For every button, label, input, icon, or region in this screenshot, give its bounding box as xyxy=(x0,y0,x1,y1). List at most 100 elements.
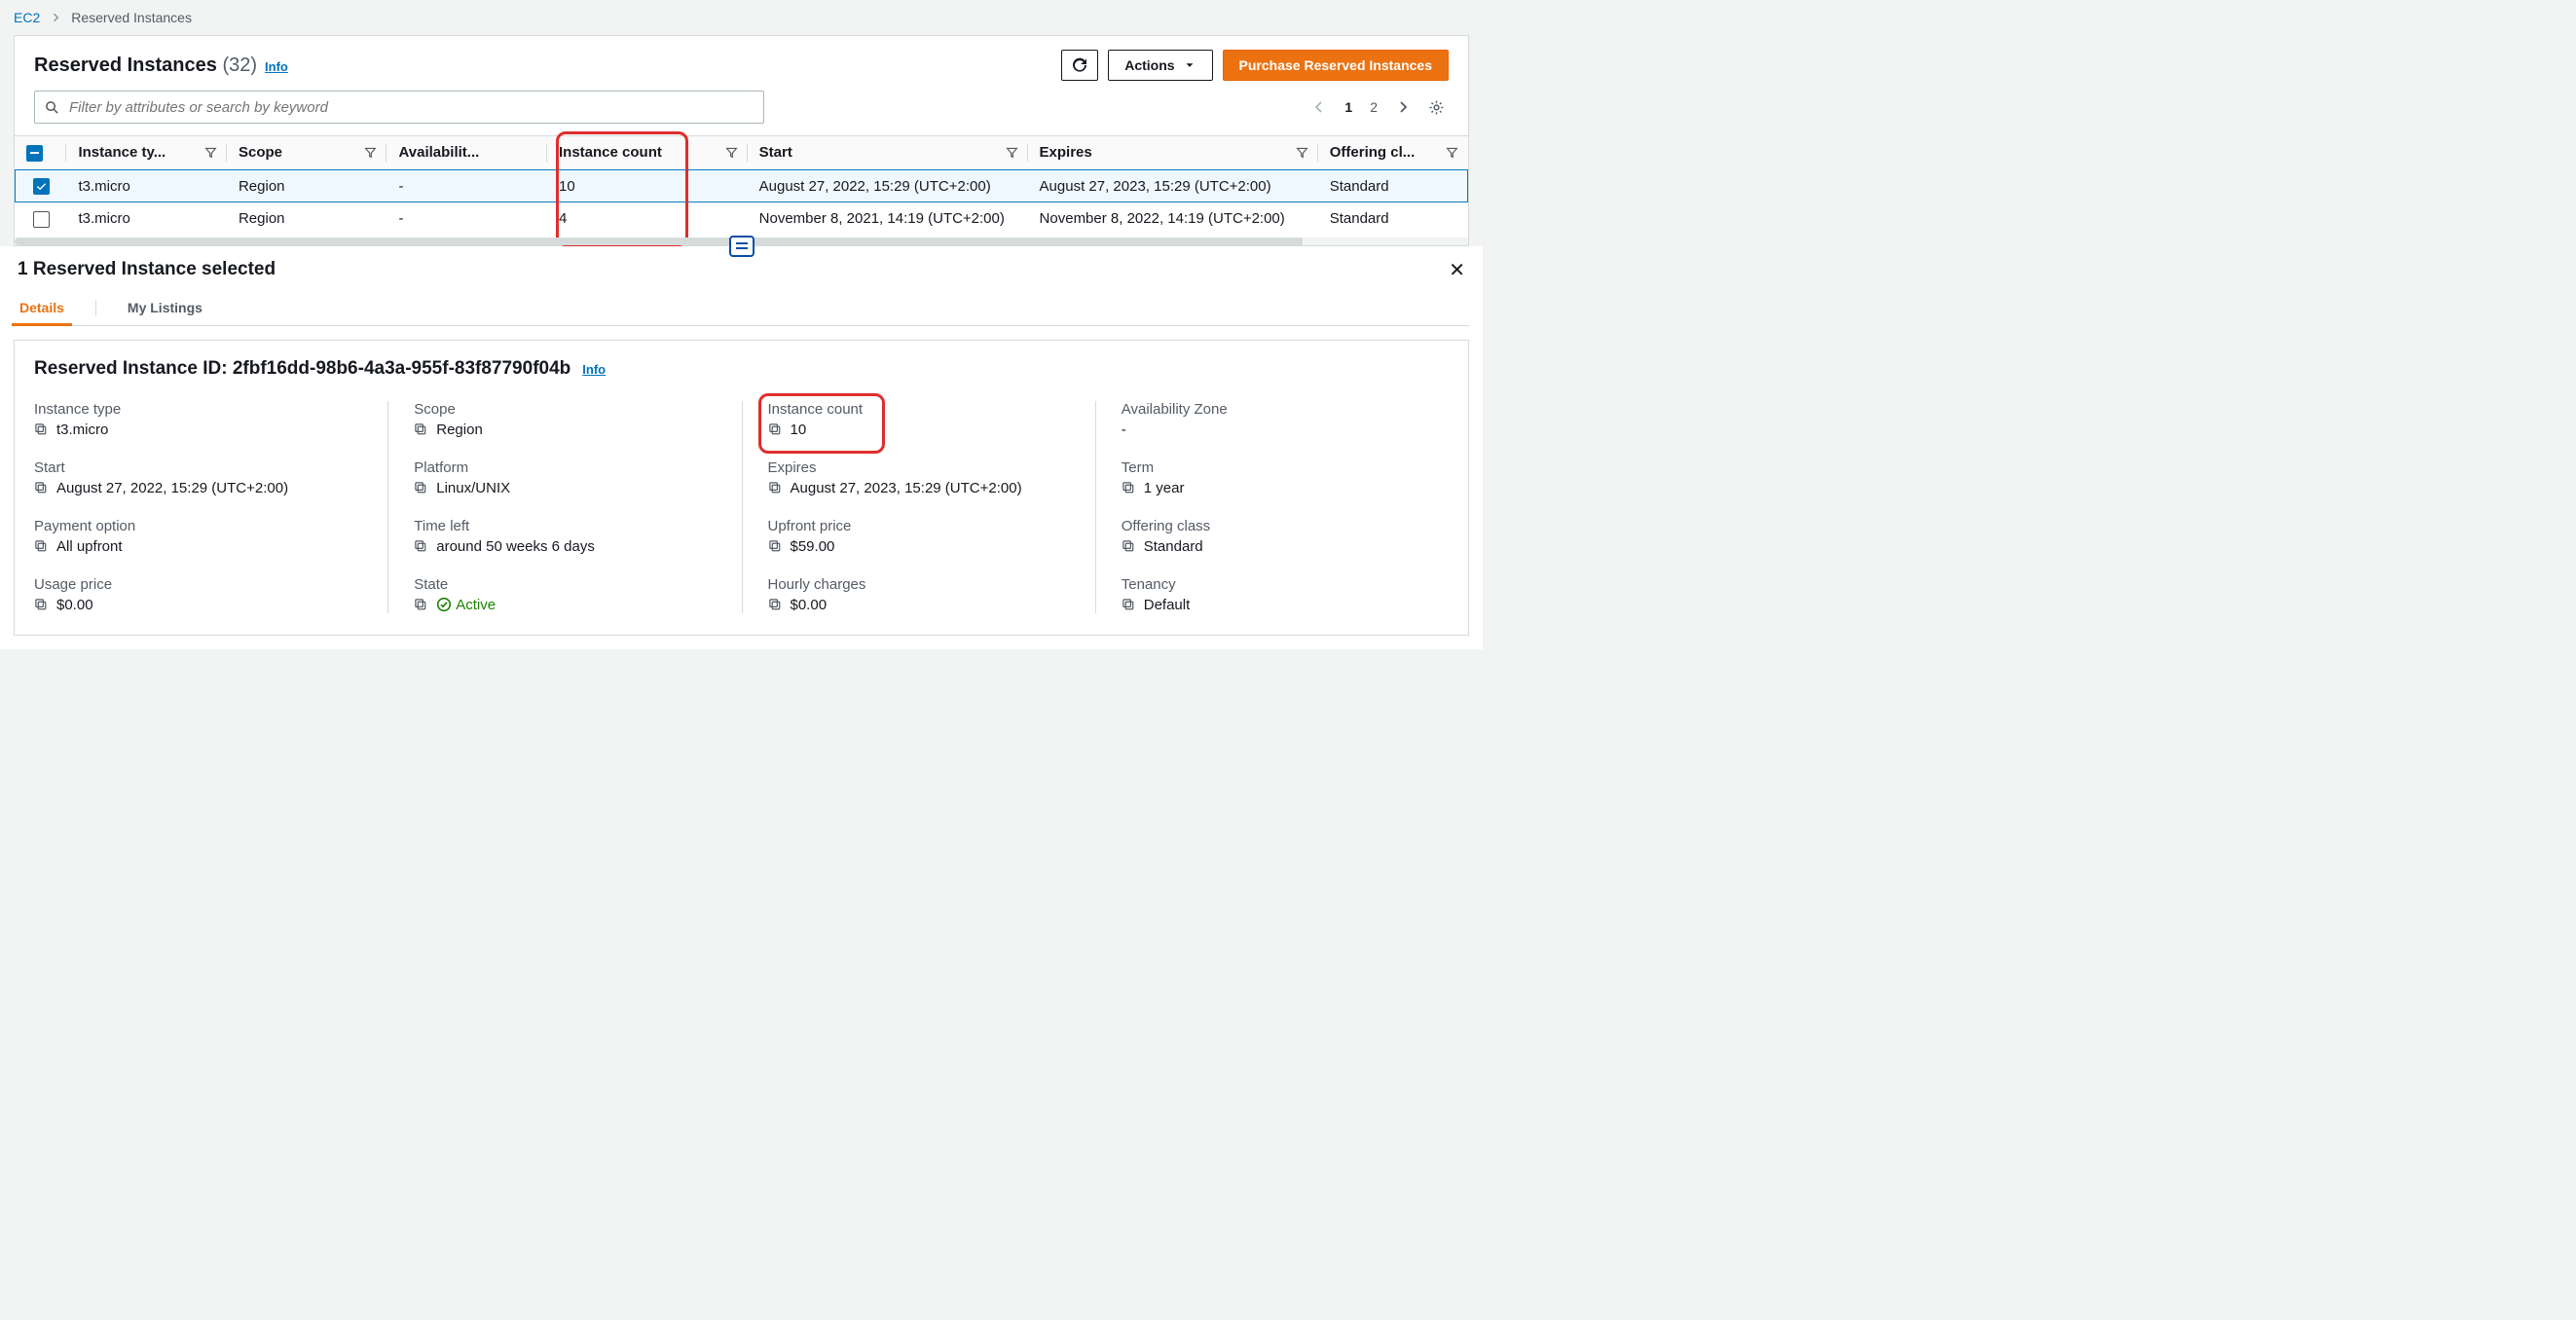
field-label: Expires xyxy=(768,459,1070,476)
field-label: Instance count xyxy=(768,401,1070,418)
search-icon xyxy=(45,100,59,115)
copy-icon[interactable] xyxy=(34,598,49,612)
page-title-count: (32) xyxy=(222,55,257,76)
copy-icon[interactable] xyxy=(34,422,49,437)
copy-icon[interactable] xyxy=(34,539,49,554)
pager-page-1[interactable]: 1 xyxy=(1344,99,1352,115)
field-value: Region xyxy=(436,422,483,438)
row-checkbox[interactable] xyxy=(33,178,50,195)
cell-instance-count: 10 xyxy=(547,169,748,202)
selection-title: 1 Reserved Instance selected xyxy=(18,259,276,280)
field-value: $0.00 xyxy=(791,597,828,613)
filter-icon xyxy=(364,146,377,159)
field-value: t3.micro xyxy=(56,422,108,438)
tab-details[interactable]: Details xyxy=(18,290,66,325)
field-value: All upfront xyxy=(56,538,123,555)
col-label: Scope xyxy=(239,144,282,161)
breadcrumb: EC2 Reserved Instances xyxy=(0,0,1483,31)
filter-icon xyxy=(1446,146,1458,159)
cell-start: August 27, 2022, 15:29 (UTC+2:00) xyxy=(748,169,1028,202)
field-label: Upfront price xyxy=(768,518,1070,534)
copy-icon[interactable] xyxy=(414,481,428,495)
field-value: 1 year xyxy=(1144,480,1185,496)
copy-icon[interactable] xyxy=(768,481,783,495)
field-label: Availability Zone xyxy=(1122,401,1423,418)
filter-icon xyxy=(204,146,217,159)
copy-icon[interactable] xyxy=(1122,598,1136,612)
field-value: Linux/UNIX xyxy=(436,480,510,496)
copy-icon[interactable] xyxy=(414,598,428,612)
col-instance-type[interactable]: Instance ty... xyxy=(66,136,227,170)
filter-icon xyxy=(725,146,738,159)
detail-id: 2fbf16dd-98b6-4a3a-955f-83f87790f04b xyxy=(233,358,570,379)
col-label: Instance ty... xyxy=(78,144,166,161)
col-scope[interactable]: Scope xyxy=(227,136,387,170)
info-link[interactable]: Info xyxy=(582,362,606,377)
copy-icon[interactable] xyxy=(34,481,49,495)
col-start[interactable]: Start xyxy=(748,136,1028,170)
col-label: Expires xyxy=(1040,144,1092,161)
field-label: Scope xyxy=(414,401,716,418)
col-instance-count[interactable]: Instance count xyxy=(547,136,748,170)
settings-button[interactable] xyxy=(1428,99,1445,116)
cell-instance-type: t3.micro xyxy=(66,169,227,202)
pager-next[interactable] xyxy=(1395,99,1411,115)
purchase-button[interactable]: Purchase Reserved Instances xyxy=(1223,50,1449,81)
field-label: Hourly charges xyxy=(768,576,1070,593)
field-label: State xyxy=(414,576,716,593)
col-select-all[interactable] xyxy=(15,136,66,170)
col-availability[interactable]: Availabilit... xyxy=(386,136,547,170)
copy-icon[interactable] xyxy=(414,539,428,554)
cell-instance-count: 4 xyxy=(547,202,748,236)
filter-input-wrap[interactable] xyxy=(34,91,764,124)
copy-icon[interactable] xyxy=(1122,539,1136,554)
info-link[interactable]: Info xyxy=(265,59,288,74)
field-value: $0.00 xyxy=(56,597,93,613)
reserved-instances-panel: Reserved Instances (32) Info Actions Pur… xyxy=(14,35,1469,246)
filter-icon xyxy=(1006,146,1018,159)
tab-my-listings[interactable]: My Listings xyxy=(126,290,204,325)
detail-title: Reserved Instance ID: 2fbf16dd-98b6-4a3a… xyxy=(34,358,570,380)
detail-tabs: Details My Listings xyxy=(14,290,1469,326)
table-row[interactable]: t3.micro Region - 10 August 27, 2022, 15… xyxy=(15,169,1468,202)
col-label: Start xyxy=(759,144,792,161)
copy-icon[interactable] xyxy=(768,422,783,437)
refresh-icon xyxy=(1071,56,1088,74)
cell-scope: Region xyxy=(227,202,387,236)
caret-down-icon xyxy=(1183,58,1196,72)
field-value: August 27, 2023, 15:29 (UTC+2:00) xyxy=(791,480,1022,496)
filter-input[interactable] xyxy=(67,98,755,117)
resize-handle[interactable] xyxy=(729,236,754,257)
col-offering-class[interactable]: Offering cl... xyxy=(1318,136,1468,170)
copy-icon[interactable] xyxy=(1122,481,1136,495)
field-value: Default xyxy=(1144,597,1191,613)
page-title: Reserved Instances (32) xyxy=(34,55,257,77)
chevron-right-icon xyxy=(50,12,61,23)
field-label: Offering class xyxy=(1122,518,1423,534)
field-value: Standard xyxy=(1144,538,1203,555)
field-label: Start xyxy=(34,459,362,476)
cell-instance-type: t3.micro xyxy=(66,202,227,236)
copy-icon[interactable] xyxy=(768,598,783,612)
pager-prev[interactable] xyxy=(1311,99,1327,115)
cell-expires: November 8, 2022, 14:19 (UTC+2:00) xyxy=(1028,202,1318,236)
row-checkbox[interactable] xyxy=(33,211,50,228)
pager-page-2[interactable]: 2 xyxy=(1370,99,1378,115)
copy-icon[interactable] xyxy=(414,422,428,437)
refresh-button[interactable] xyxy=(1061,50,1098,81)
field-value: $59.00 xyxy=(791,538,835,555)
actions-button[interactable]: Actions xyxy=(1108,50,1212,81)
close-button[interactable]: ✕ xyxy=(1449,258,1465,282)
field-value: August 27, 2022, 15:29 (UTC+2:00) xyxy=(56,480,288,496)
table-row[interactable]: t3.micro Region - 4 November 8, 2021, 14… xyxy=(15,202,1468,236)
col-label: Availabilit... xyxy=(398,144,479,161)
detail-panel: Reserved Instance ID: 2fbf16dd-98b6-4a3a… xyxy=(14,340,1469,636)
field-value: 10 xyxy=(791,422,807,438)
field-label: Term xyxy=(1122,459,1423,476)
copy-icon[interactable] xyxy=(768,539,783,554)
breadcrumb-root[interactable]: EC2 xyxy=(14,10,40,25)
field-value: - xyxy=(1122,422,1126,438)
col-expires[interactable]: Expires xyxy=(1028,136,1318,170)
page-title-text: Reserved Instances xyxy=(34,55,217,76)
col-label: Instance count xyxy=(559,144,662,161)
